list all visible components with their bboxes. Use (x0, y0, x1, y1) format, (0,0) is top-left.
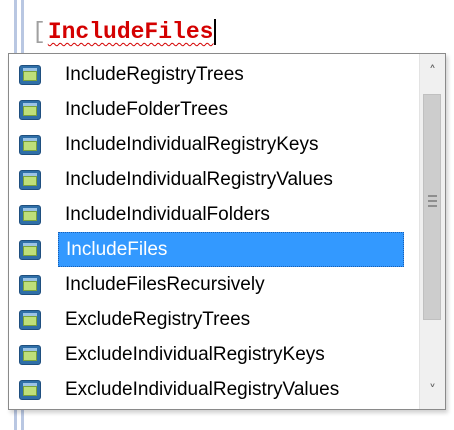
scroll-down-icon[interactable]: ˅ (420, 373, 445, 409)
tag-icon (19, 135, 41, 155)
code-line[interactable]: [ IncludeFiles (32, 14, 217, 50)
tag-icon (19, 310, 41, 330)
completion-item[interactable]: IncludeIndividualRegistryValues (9, 162, 417, 197)
tag-icon (19, 170, 41, 190)
grip-line (428, 200, 437, 202)
tag-icon (19, 380, 41, 400)
tag-icon (19, 345, 41, 365)
tag-icon (19, 205, 41, 225)
completion-item[interactable]: IncludeIndividualFolders (9, 197, 417, 232)
tag-icon (19, 275, 41, 295)
completion-item[interactable]: IncludeFolderTrees (9, 92, 417, 127)
completion-item-label: IncludeFolderTrees (65, 99, 228, 120)
completion-item-label: ExcludeRegistryTrees (65, 309, 251, 330)
text-caret (214, 19, 217, 45)
completion-item[interactable]: IncludeFilesRecursively (9, 267, 417, 302)
tag-icon (19, 240, 41, 260)
autocomplete-popup[interactable]: IncludeRegistryTrees IncludeFolderTrees … (8, 53, 446, 410)
completion-item-label: IncludeFilesRecursively (65, 274, 265, 295)
completion-item-label: IncludeIndividualRegistryKeys (65, 134, 319, 155)
completion-item-label: IncludeIndividualFolders (65, 204, 270, 225)
completion-item-label: IncludeIndividualRegistryValues (65, 169, 333, 190)
completion-item[interactable]: ExcludeRegistryTrees (9, 302, 417, 337)
open-bracket: [ (32, 19, 46, 45)
completion-item-label: ExcludeIndividualRegistryValues (65, 379, 340, 400)
vertical-scrollbar[interactable]: ˄ ˅ (419, 54, 445, 409)
completion-item-label: IncludeFiles (58, 232, 404, 267)
tag-icon (19, 65, 41, 85)
scroll-thumb[interactable] (423, 94, 441, 320)
grip-line (428, 195, 437, 197)
tag-icon (19, 100, 41, 120)
completion-item[interactable]: ExcludeIndividualRegistryValues (9, 372, 417, 407)
completion-item-selected[interactable]: IncludeFiles (9, 232, 417, 267)
completion-item[interactable]: IncludeRegistryTrees (9, 57, 417, 92)
grip-line (428, 205, 437, 207)
completion-item-label: ExcludeIndividualRegistryKeys (65, 344, 325, 365)
completion-item-label: IncludeRegistryTrees (65, 64, 244, 85)
editor-window: [ IncludeFiles IncludeRegistryTrees Incl… (0, 0, 454, 430)
completion-item[interactable]: IncludeIndividualRegistryKeys (9, 127, 417, 162)
completion-item[interactable]: ExcludeIndividualRegistryKeys (9, 337, 417, 372)
scroll-up-icon[interactable]: ˄ (420, 54, 445, 90)
completion-list[interactable]: IncludeRegistryTrees IncludeFolderTrees … (9, 57, 417, 407)
typed-text[interactable]: IncludeFiles (48, 19, 214, 45)
